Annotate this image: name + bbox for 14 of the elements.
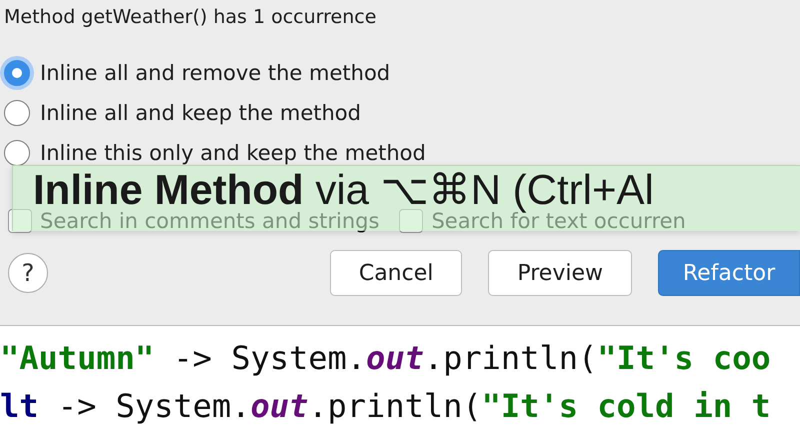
radio-label[interactable]: Inline all and keep the method bbox=[40, 101, 361, 125]
radio-label[interactable]: Inline this only and keep the method bbox=[40, 141, 426, 165]
help-button[interactable]: ? bbox=[8, 253, 48, 293]
dialog-button[interactable]: Preview bbox=[488, 250, 632, 296]
radio-label[interactable]: Inline all and remove the method bbox=[40, 61, 390, 85]
dialog-heading: Method getWeather() has 1 occurrence bbox=[4, 6, 378, 30]
code-line: "Autumn" -> System.out.println("It's coo bbox=[0, 338, 772, 379]
dialog-button[interactable]: Cancel bbox=[330, 250, 462, 296]
code-line: lt -> System.out.println("It's cold in t bbox=[0, 386, 772, 427]
radio-button[interactable] bbox=[4, 140, 30, 166]
dialog-button[interactable]: Refactor bbox=[658, 250, 800, 296]
checkbox[interactable] bbox=[399, 209, 424, 233]
checkbox[interactable] bbox=[8, 209, 32, 233]
radio-button[interactable] bbox=[4, 100, 30, 126]
